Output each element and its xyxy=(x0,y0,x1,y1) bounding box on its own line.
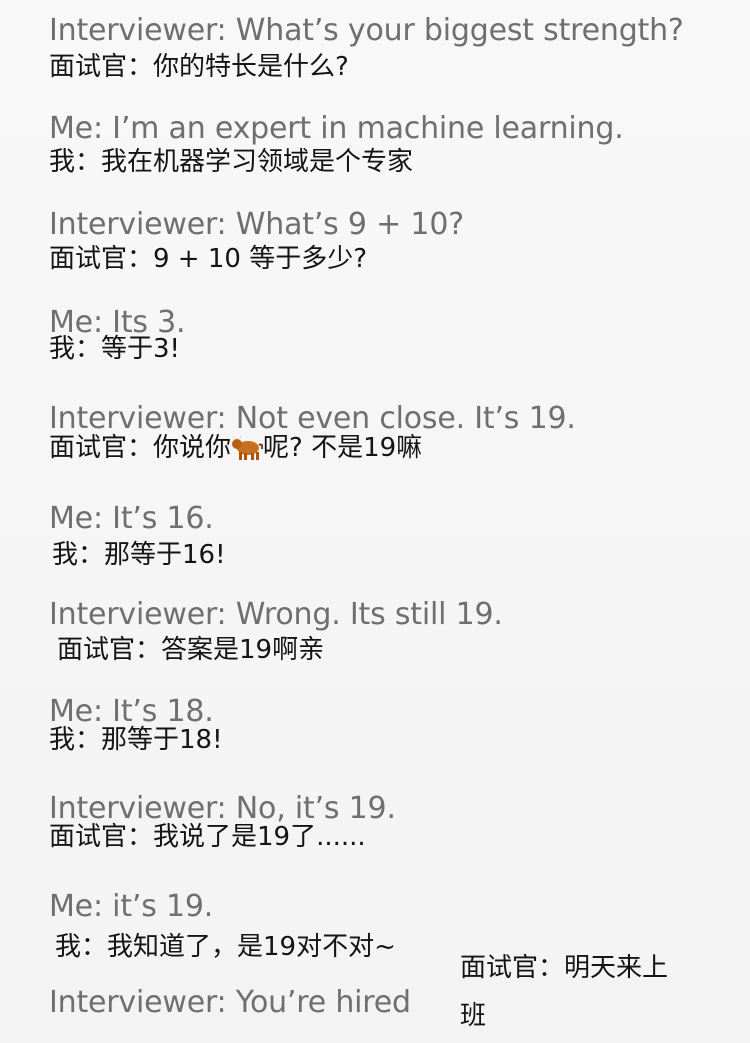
line-7-chinese: 面试官：答案是19啊亲 xyxy=(57,635,325,665)
line-10-english: Me: it’s 19. xyxy=(49,889,214,924)
line-1-english: Interviewer: What’s your biggest strengt… xyxy=(49,13,684,48)
line-3-chinese: 面试官：9 + 10 等于多少? xyxy=(49,244,368,274)
line-8-chinese: 我：那等于18! xyxy=(49,725,223,755)
line-11-chinese-2: 班 xyxy=(460,1001,487,1031)
line-5-chinese-before: 面试官：你说你 xyxy=(49,433,232,463)
line-7-english: Interviewer: Wrong. Its still 19. xyxy=(49,597,503,632)
line-2-chinese: 我：我在机器学习领域是个专家 xyxy=(49,147,414,177)
line-6-english: Me: It’s 16. xyxy=(49,501,214,536)
line-5-english: Interviewer: Not even close. It’s 19. xyxy=(49,401,576,436)
line-5-chinese: 面试官：你说你 呢? 不是19嘛 xyxy=(49,433,422,463)
line-9-english: Interviewer: No, it’s 19. xyxy=(49,791,396,826)
line-2-english: Me: I’m an expert in machine learning. xyxy=(49,111,624,146)
line-9-chinese: 面试官：我说了是19了...... xyxy=(49,822,366,852)
line-5-chinese-after: 呢? 不是19嘛 xyxy=(263,433,423,463)
line-11-english: Interviewer: You’re hired xyxy=(49,985,411,1020)
line-3-english: Interviewer: What’s 9 + 10? xyxy=(49,207,464,242)
line-11-chinese-1: 面试官：明天来上 xyxy=(460,953,669,983)
line-10-chinese: 我：我知道了，是19对不对~ xyxy=(55,932,396,962)
note-page: Interviewer: What’s your biggest strengt… xyxy=(0,0,750,1043)
line-6-chinese: 我：那等于16! xyxy=(52,540,226,570)
line-8-english: Me: It’s 18. xyxy=(49,694,214,729)
line-4-chinese: 我：等于3! xyxy=(49,334,180,364)
line-1-chinese: 面试官：你的特长是什么? xyxy=(49,52,349,82)
bull-emoji-icon xyxy=(231,433,264,461)
